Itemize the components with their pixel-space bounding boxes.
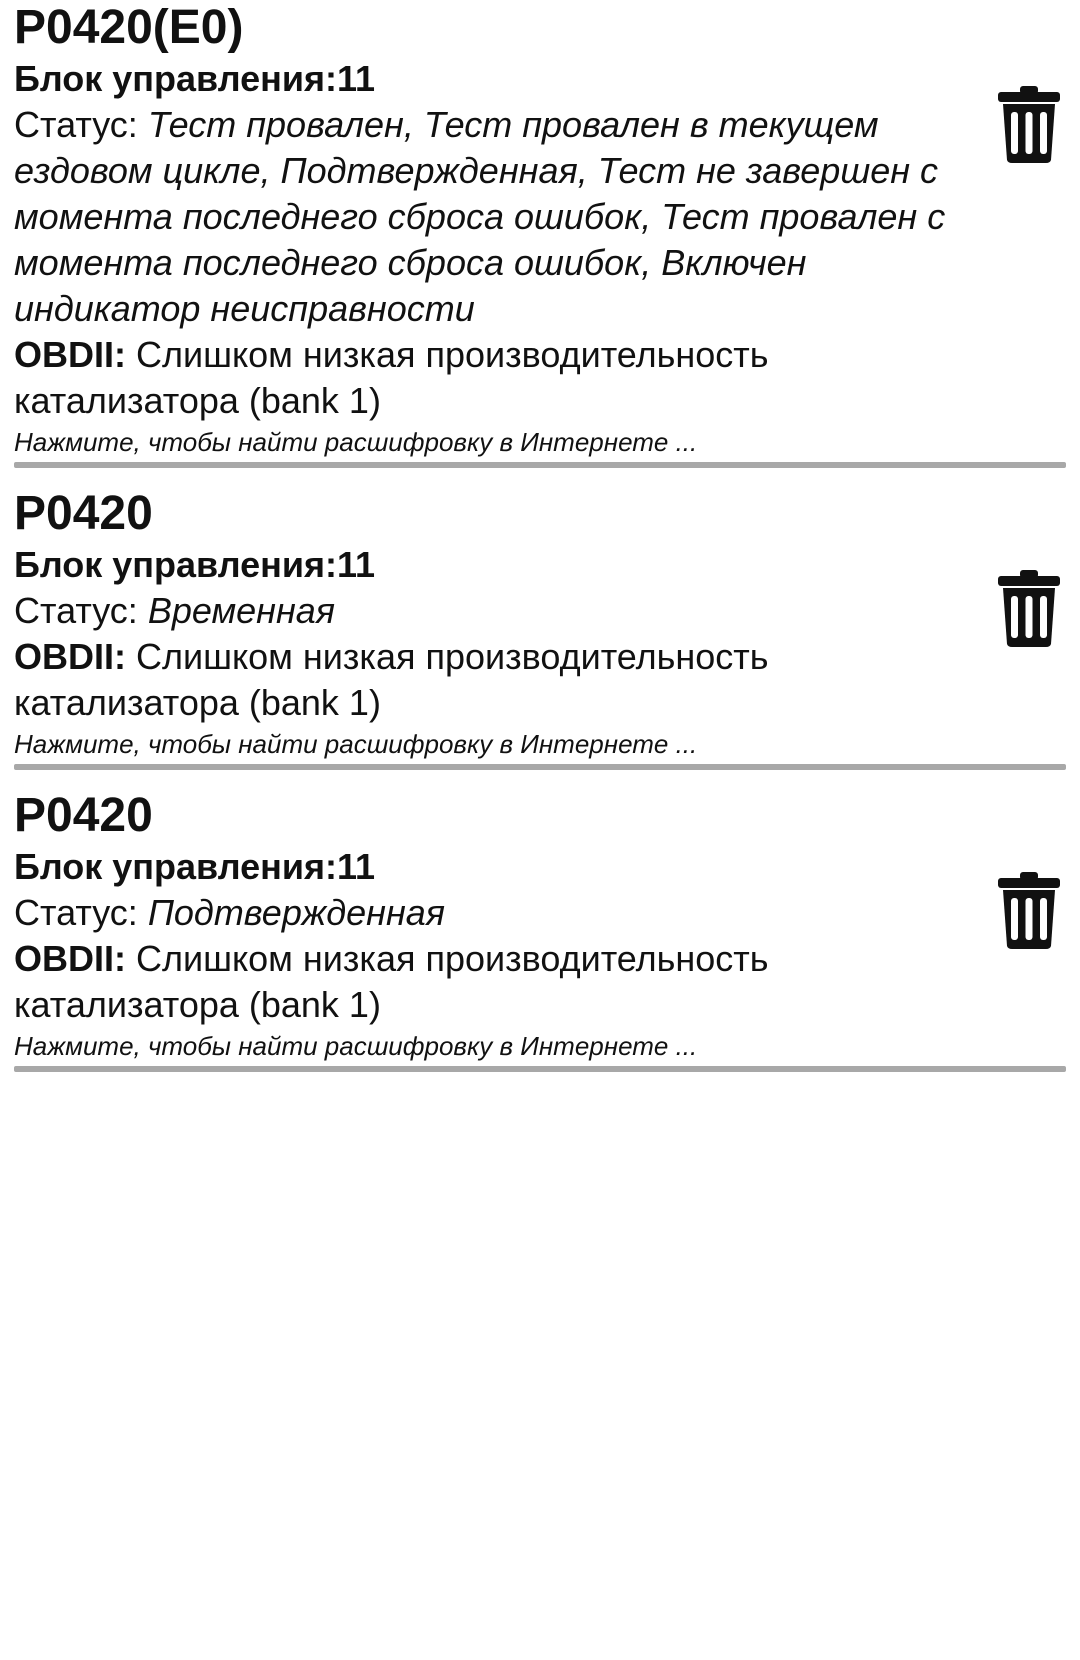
dtc-list-item[interactable]: P0420 Блок управления:11 Статус: Подтвер… [0,788,1080,1072]
dtc-list-item[interactable]: P0420 Блок управления:11 Статус: Временн… [0,486,1080,770]
status-label: Статус: [14,892,148,933]
status-value: Тест провален, Тест провален в текущем е… [14,104,946,329]
dtc-code: P0420(E0) [14,1,244,54]
item-divider [14,764,1066,770]
dtc-ecu: Блок управления:11 [14,844,1066,890]
dtc-ecu: Блок управления:11 [14,542,1066,588]
ecu-value: 11 [337,58,376,99]
ecu-label: Блок управления: [14,544,337,585]
delete-button[interactable] [996,84,1062,164]
dtc-status: Статус: Подтвержденная [14,890,974,936]
delete-button[interactable] [996,870,1062,950]
dtc-description: OBDII: Слишком низкая производительность… [14,936,974,1028]
item-divider [14,1066,1066,1072]
dtc-list-item[interactable]: P0420(E0) Блок управления:11 Статус: Тес… [0,0,1080,468]
trash-icon [996,870,1062,950]
item-divider [14,462,1066,468]
trash-icon [996,84,1062,164]
status-label: Статус: [14,590,148,631]
delete-button[interactable] [996,568,1062,648]
desc-label: OBDII: [14,636,126,677]
desc-label: OBDII: [14,938,126,979]
dtc-code: P0420 [14,789,153,842]
ecu-label: Блок управления: [14,846,337,887]
search-online-hint[interactable]: Нажмите, чтобы найти расшифровку в Интер… [14,424,1066,460]
dtc-description: OBDII: Слишком низкая производительность… [14,332,974,424]
trash-icon [996,568,1062,648]
dtc-status: Статус: Тест провален, Тест провален в т… [14,102,974,332]
ecu-value: 11 [337,846,376,887]
status-value: Подтвержденная [147,892,446,933]
search-online-hint[interactable]: Нажмите, чтобы найти расшифровку в Интер… [14,726,1066,762]
dtc-code: P0420 [14,487,153,540]
dtc-description: OBDII: Слишком низкая производительность… [14,634,974,726]
ecu-label: Блок управления: [14,58,337,99]
desc-value: Слишком низкая производительность катали… [14,938,769,1025]
search-online-hint[interactable]: Нажмите, чтобы найти расшифровку в Интер… [14,1028,1066,1064]
status-label: Статус: [14,104,148,145]
desc-label: OBDII: [14,334,126,375]
dtc-status: Статус: Временная [14,588,974,634]
desc-value: Слишком низкая производительность катали… [14,334,769,421]
dtc-ecu: Блок управления:11 [14,56,1066,102]
status-value: Временная [147,590,336,631]
desc-value: Слишком низкая производительность катали… [14,636,769,723]
dtc-list: P0420(E0) Блок управления:11 Статус: Тес… [0,0,1080,1090]
ecu-value: 11 [337,544,376,585]
